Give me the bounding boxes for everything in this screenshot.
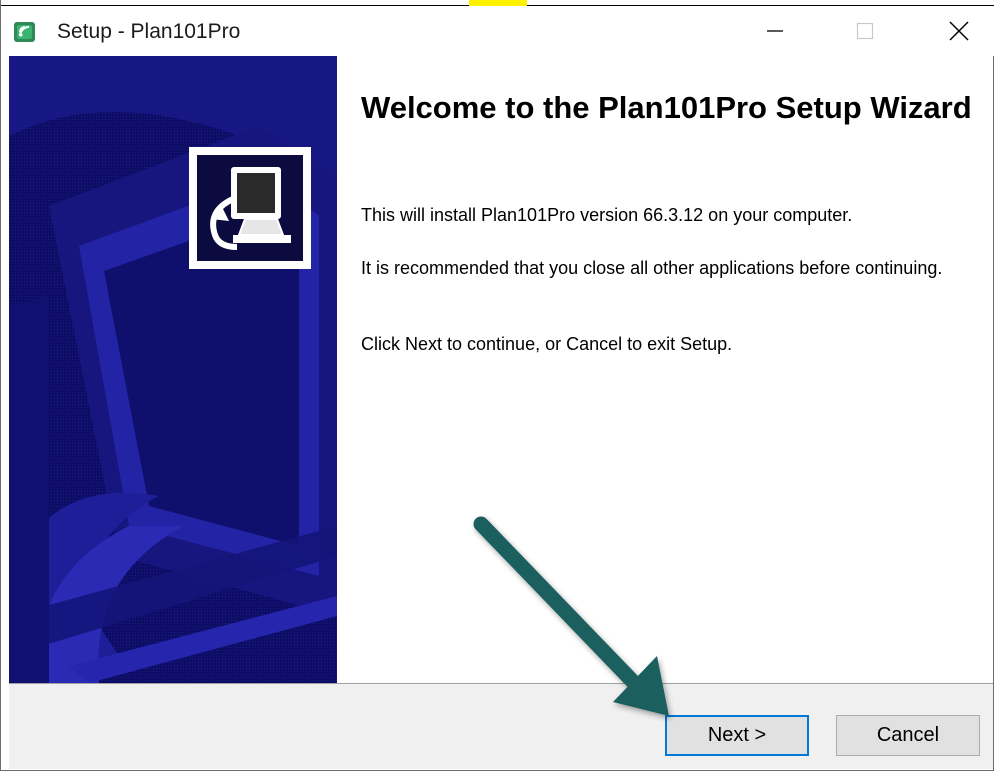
maximize-button[interactable] [835, 6, 895, 56]
wizard-logo-frame [189, 147, 311, 269]
title-bar[interactable]: Setup - Plan101Pro [1, 6, 994, 56]
cancel-button[interactable]: Cancel [836, 715, 980, 756]
computer-install-icon [197, 155, 303, 261]
close-button[interactable] [929, 6, 989, 56]
setup-window: Setup - Plan101Pro Welcome to the Plan10… [0, 0, 994, 771]
app-icon [13, 20, 37, 44]
wizard-content: Welcome to the Plan101Pro Setup Wizard T… [337, 56, 993, 683]
next-button[interactable]: Next > [665, 715, 809, 756]
cancel-button-label: Cancel [876, 724, 940, 746]
window-title: Setup - Plan101Pro [57, 20, 241, 43]
minimize-icon [767, 30, 783, 32]
maximize-icon [856, 22, 874, 40]
next-cancel-instruction-text: Click Next to continue, or Cancel to exi… [361, 334, 733, 354]
wizard-banner-image [9, 56, 337, 683]
close-icon [949, 21, 969, 41]
next-button-label: Next > [707, 724, 767, 746]
button-bar: Next > Cancel [9, 683, 993, 769]
wizard-heading: Welcome to the Plan101Pro Setup Wizard [361, 90, 972, 125]
install-info-text: This will install Plan101Pro version 66.… [361, 205, 853, 225]
close-apps-recommendation-text: It is recommended that you close all oth… [361, 258, 943, 278]
minimize-button[interactable] [745, 6, 805, 56]
